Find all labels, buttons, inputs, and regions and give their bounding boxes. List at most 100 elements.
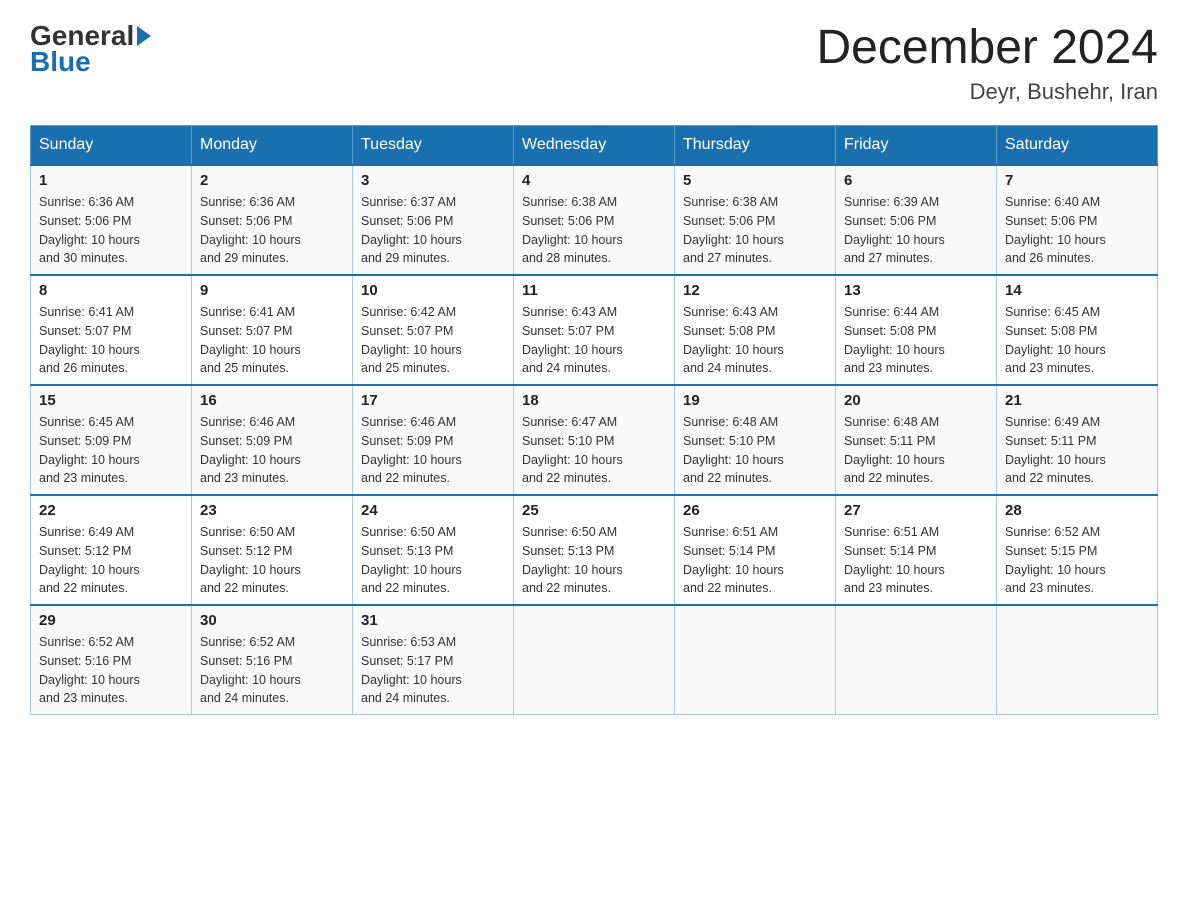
header-saturday: Saturday <box>997 126 1158 166</box>
calendar-cell: 11 Sunrise: 6:43 AMSunset: 5:07 PMDayligh… <box>514 275 675 385</box>
day-info: Sunrise: 6:38 AMSunset: 5:06 PMDaylight:… <box>522 193 666 268</box>
day-number: 2 <box>200 172 344 189</box>
day-number: 4 <box>522 172 666 189</box>
calendar-cell: 5 Sunrise: 6:38 AMSunset: 5:06 PMDaylight… <box>675 165 836 275</box>
calendar-week-row: 29 Sunrise: 6:52 AMSunset: 5:16 PMDayligh… <box>31 605 1158 715</box>
day-number: 12 <box>683 282 827 299</box>
day-number: 25 <box>522 502 666 519</box>
day-info: Sunrise: 6:49 AMSunset: 5:12 PMDaylight:… <box>39 523 183 598</box>
page-header: General Blue December 2024 Deyr, Bushehr… <box>30 20 1158 105</box>
calendar-cell <box>514 605 675 715</box>
day-info: Sunrise: 6:41 AMSunset: 5:07 PMDaylight:… <box>39 303 183 378</box>
logo: General Blue <box>30 20 151 78</box>
calendar-cell: 13 Sunrise: 6:44 AMSunset: 5:08 PMDayligh… <box>836 275 997 385</box>
calendar-week-row: 8 Sunrise: 6:41 AMSunset: 5:07 PMDaylight… <box>31 275 1158 385</box>
calendar-table: SundayMondayTuesdayWednesdayThursdayFrid… <box>30 125 1158 715</box>
day-info: Sunrise: 6:52 AMSunset: 5:16 PMDaylight:… <box>39 633 183 708</box>
day-info: Sunrise: 6:48 AMSunset: 5:11 PMDaylight:… <box>844 413 988 488</box>
calendar-cell: 3Sunrise: 6:37 AMSunset: 5:06 PMDaylight… <box>353 165 514 275</box>
day-info: Sunrise: 6:46 AMSunset: 5:09 PMDaylight:… <box>200 413 344 488</box>
calendar-cell: 23Sunrise: 6:50 AMSunset: 5:12 PMDayligh… <box>192 495 353 605</box>
calendar-cell: 25 Sunrise: 6:50 AMSunset: 5:13 PMDayligh… <box>514 495 675 605</box>
day-number: 5 <box>683 172 827 189</box>
calendar-cell: 16 Sunrise: 6:46 AMSunset: 5:09 PMDayligh… <box>192 385 353 495</box>
calendar-subtitle: Deyr, Bushehr, Iran <box>816 79 1158 105</box>
calendar-cell: 27 Sunrise: 6:51 AMSunset: 5:14 PMDayligh… <box>836 495 997 605</box>
calendar-cell <box>997 605 1158 715</box>
day-info: Sunrise: 6:52 AMSunset: 5:16 PMDaylight:… <box>200 633 344 708</box>
day-number: 28 <box>1005 502 1149 519</box>
header-friday: Friday <box>836 126 997 166</box>
calendar-cell: 19 Sunrise: 6:48 AMSunset: 5:10 PMDayligh… <box>675 385 836 495</box>
day-number: 29 <box>39 612 183 629</box>
day-number: 21 <box>1005 392 1149 409</box>
day-number: 16 <box>200 392 344 409</box>
day-info: Sunrise: 6:36 AMSunset: 5:06 PMDaylight:… <box>200 193 344 268</box>
day-number: 15 <box>39 392 183 409</box>
day-number: 30 <box>200 612 344 629</box>
day-info: Sunrise: 6:45 AMSunset: 5:09 PMDaylight:… <box>39 413 183 488</box>
day-number: 1 <box>39 172 183 189</box>
calendar-cell: 9 Sunrise: 6:41 AMSunset: 5:07 PMDaylight… <box>192 275 353 385</box>
day-info: Sunrise: 6:45 AMSunset: 5:08 PMDaylight:… <box>1005 303 1149 378</box>
day-info: Sunrise: 6:47 AMSunset: 5:10 PMDaylight:… <box>522 413 666 488</box>
day-info: Sunrise: 6:50 AMSunset: 5:13 PMDaylight:… <box>361 523 505 598</box>
calendar-cell: 4 Sunrise: 6:38 AMSunset: 5:06 PMDaylight… <box>514 165 675 275</box>
calendar-cell: 7Sunrise: 6:40 AMSunset: 5:06 PMDaylight… <box>997 165 1158 275</box>
day-number: 24 <box>361 502 505 519</box>
logo-blue: Blue <box>30 46 91 78</box>
day-number: 23 <box>200 502 344 519</box>
day-number: 13 <box>844 282 988 299</box>
day-number: 18 <box>522 392 666 409</box>
header-wednesday: Wednesday <box>514 126 675 166</box>
day-number: 26 <box>683 502 827 519</box>
day-info: Sunrise: 6:53 AMSunset: 5:17 PMDaylight:… <box>361 633 505 708</box>
calendar-week-row: 1 Sunrise: 6:36 AMSunset: 5:06 PMDaylight… <box>31 165 1158 275</box>
header-sunday: Sunday <box>31 126 192 166</box>
calendar-cell <box>836 605 997 715</box>
day-number: 11 <box>522 282 666 299</box>
calendar-cell: 26 Sunrise: 6:51 AMSunset: 5:14 PMDayligh… <box>675 495 836 605</box>
day-number: 9 <box>200 282 344 299</box>
day-number: 14 <box>1005 282 1149 299</box>
day-info: Sunrise: 6:41 AMSunset: 5:07 PMDaylight:… <box>200 303 344 378</box>
day-info: Sunrise: 6:50 AMSunset: 5:13 PMDaylight:… <box>522 523 666 598</box>
calendar-cell: 1Sunrise: 6:36 AMSunset: 5:06 PMDaylight… <box>31 165 192 275</box>
calendar-cell: 17Sunrise: 6:46 AMSunset: 5:09 PMDayligh… <box>353 385 514 495</box>
day-info: Sunrise: 6:49 AMSunset: 5:11 PMDaylight:… <box>1005 413 1149 488</box>
calendar-cell: 31Sunrise: 6:53 AMSunset: 5:17 PMDayligh… <box>353 605 514 715</box>
calendar-cell <box>675 605 836 715</box>
calendar-week-row: 22 Sunrise: 6:49 AMSunset: 5:12 PMDayligh… <box>31 495 1158 605</box>
day-number: 10 <box>361 282 505 299</box>
day-number: 3 <box>361 172 505 189</box>
day-info: Sunrise: 6:40 AMSunset: 5:06 PMDaylight:… <box>1005 193 1149 268</box>
day-info: Sunrise: 6:39 AMSunset: 5:06 PMDaylight:… <box>844 193 988 268</box>
header-monday: Monday <box>192 126 353 166</box>
day-info: Sunrise: 6:43 AMSunset: 5:07 PMDaylight:… <box>522 303 666 378</box>
calendar-cell: 28Sunrise: 6:52 AMSunset: 5:15 PMDayligh… <box>997 495 1158 605</box>
calendar-cell: 14 Sunrise: 6:45 AMSunset: 5:08 PMDayligh… <box>997 275 1158 385</box>
calendar-cell: 24 Sunrise: 6:50 AMSunset: 5:13 PMDayligh… <box>353 495 514 605</box>
calendar-cell: 21 Sunrise: 6:49 AMSunset: 5:11 PMDayligh… <box>997 385 1158 495</box>
day-number: 22 <box>39 502 183 519</box>
day-number: 19 <box>683 392 827 409</box>
day-info: Sunrise: 6:51 AMSunset: 5:14 PMDaylight:… <box>844 523 988 598</box>
day-info: Sunrise: 6:51 AMSunset: 5:14 PMDaylight:… <box>683 523 827 598</box>
calendar-cell: 2 Sunrise: 6:36 AMSunset: 5:06 PMDaylight… <box>192 165 353 275</box>
calendar-header-row: SundayMondayTuesdayWednesdayThursdayFrid… <box>31 126 1158 166</box>
day-number: 27 <box>844 502 988 519</box>
day-info: Sunrise: 6:48 AMSunset: 5:10 PMDaylight:… <box>683 413 827 488</box>
day-info: Sunrise: 6:38 AMSunset: 5:06 PMDaylight:… <box>683 193 827 268</box>
calendar-cell: 30 Sunrise: 6:52 AMSunset: 5:16 PMDayligh… <box>192 605 353 715</box>
calendar-cell: 15 Sunrise: 6:45 AMSunset: 5:09 PMDayligh… <box>31 385 192 495</box>
day-number: 8 <box>39 282 183 299</box>
day-info: Sunrise: 6:44 AMSunset: 5:08 PMDaylight:… <box>844 303 988 378</box>
day-number: 6 <box>844 172 988 189</box>
day-number: 20 <box>844 392 988 409</box>
calendar-week-row: 15 Sunrise: 6:45 AMSunset: 5:09 PMDayligh… <box>31 385 1158 495</box>
calendar-cell: 29 Sunrise: 6:52 AMSunset: 5:16 PMDayligh… <box>31 605 192 715</box>
calendar-cell: 8 Sunrise: 6:41 AMSunset: 5:07 PMDaylight… <box>31 275 192 385</box>
calendar-title: December 2024 <box>816 20 1158 75</box>
day-number: 17 <box>361 392 505 409</box>
calendar-cell: 10Sunrise: 6:42 AMSunset: 5:07 PMDayligh… <box>353 275 514 385</box>
